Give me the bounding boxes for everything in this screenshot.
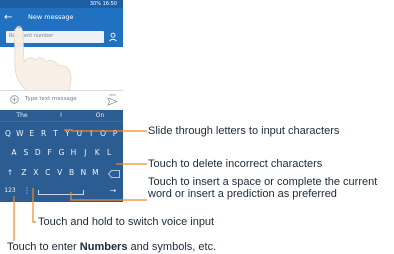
callout-voice: Touch and hold to switch voice input [38, 216, 215, 228]
callout-numbers-pre: Touch to enter [7, 241, 80, 253]
callout-slide: Slide through letters to input character… [148, 125, 340, 137]
callout-delete: Touch to delete incorrect characters [148, 158, 323, 170]
callout-numbers-post: and symbols, etc. [127, 241, 217, 253]
leader-slide [64, 129, 147, 132]
callout-numbers-bold: Numbers [79, 241, 128, 253]
callout-numbers: Touch to enter Numbers and symbols, etc. [7, 241, 216, 253]
leader-voice [32, 188, 36, 223]
leader-space [70, 192, 147, 201]
callout-space: Touch to insert a space or complete the … [148, 176, 378, 200]
